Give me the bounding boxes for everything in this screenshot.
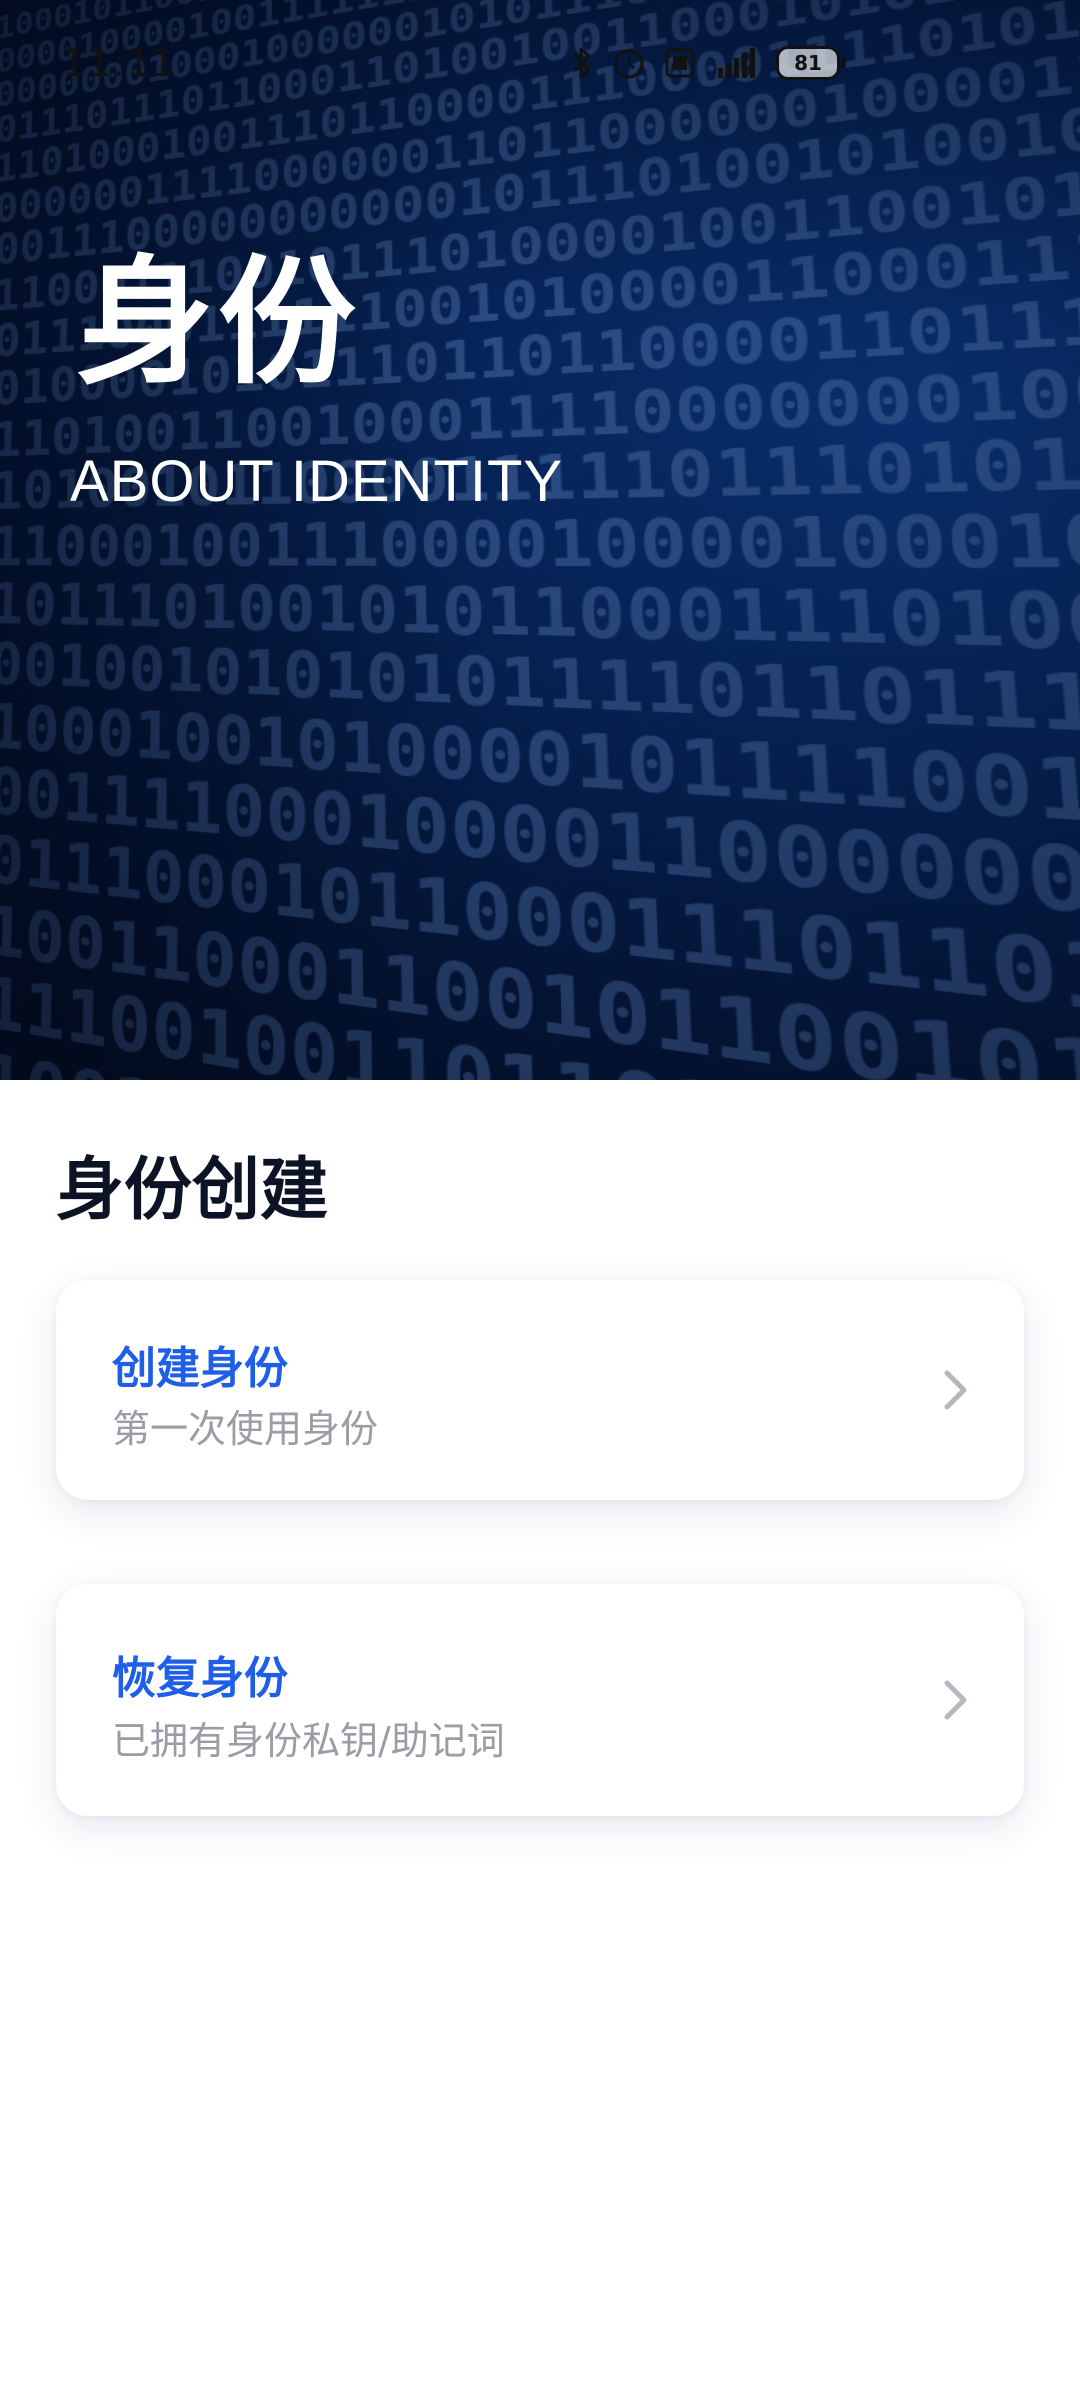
restore-identity-description: 已拥有身份私钥/助记词 [112, 1719, 505, 1763]
create-identity-description: 第一次使用身份 [112, 1407, 379, 1451]
alarm-icon [612, 46, 646, 80]
chevron-right-icon [936, 1670, 976, 1730]
hero-title: 身份 [76, 242, 361, 403]
bluetooth-icon [570, 46, 594, 80]
signal-icon [714, 46, 758, 80]
hero-subtitle: ABOUT IDENTITY [70, 449, 564, 514]
restore-identity-title: 恢复身份 [112, 1653, 288, 1704]
hero-banner: 0100010110011000101000110010011001001001… [0, 0, 1080, 1080]
status-time: 11:11 [62, 41, 177, 85]
section-title: 身份创建 [56, 1151, 329, 1230]
status-bar: 11:11 81 [0, 0, 1080, 126]
create-identity-card[interactable]: 创建身份 第一次使用身份 [56, 1280, 1024, 1500]
nfc-icon [664, 47, 696, 79]
create-identity-title: 创建身份 [112, 1343, 288, 1394]
restore-identity-card[interactable]: 恢复身份 已拥有身份私钥/助记词 [56, 1584, 1024, 1816]
battery-icon: 81 [776, 46, 846, 80]
chevron-right-icon [936, 1360, 976, 1420]
hero-overlay [0, 0, 1080, 1080]
